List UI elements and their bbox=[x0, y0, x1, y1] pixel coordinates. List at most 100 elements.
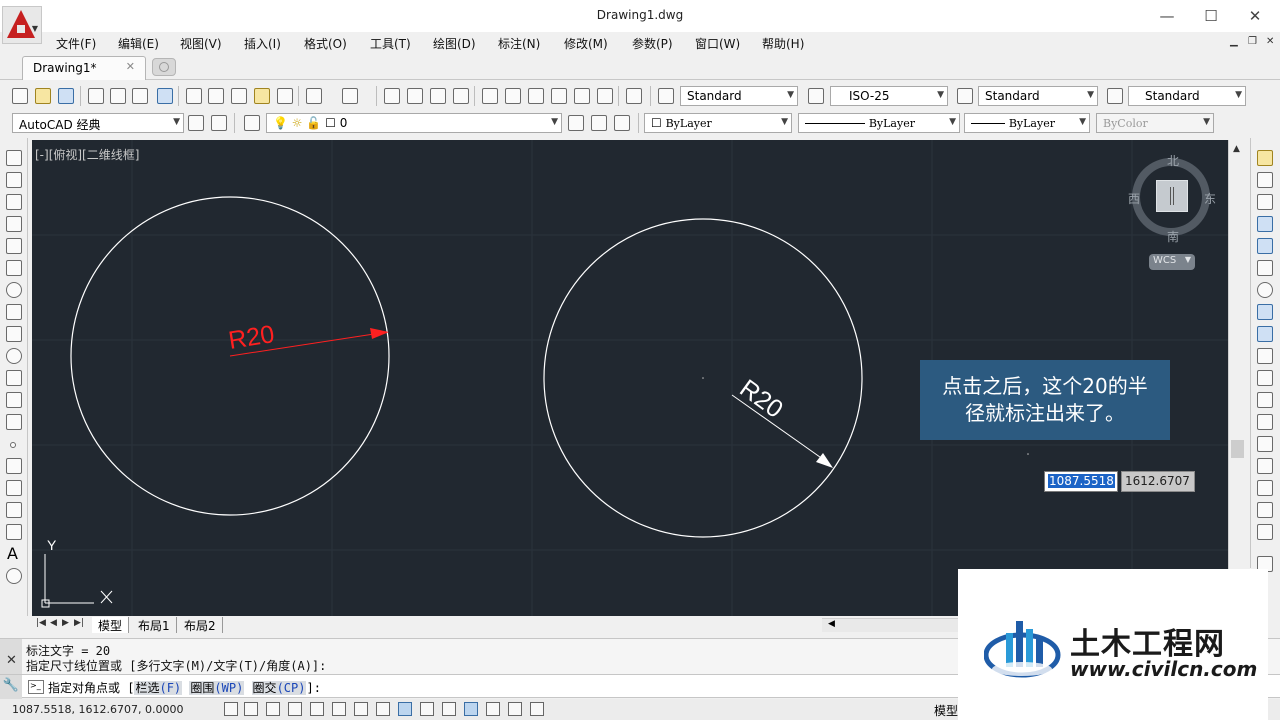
zoom-realtime-icon[interactable] bbox=[407, 88, 423, 104]
dynamic-input-y[interactable]: 1612.6707 bbox=[1121, 471, 1195, 492]
command-prompt-icon[interactable]: >_ bbox=[28, 680, 44, 694]
next-layout-icon[interactable]: ▶ bbox=[62, 618, 69, 628]
table-icon[interactable] bbox=[6, 524, 22, 540]
new-tab-button[interactable] bbox=[152, 58, 176, 76]
match-properties-icon[interactable] bbox=[254, 88, 270, 104]
block-editor-icon[interactable] bbox=[277, 88, 293, 104]
dynamic-input-icon[interactable] bbox=[420, 702, 434, 716]
make-block-icon[interactable] bbox=[6, 414, 22, 430]
text-style-select[interactable]: Standard ▼ bbox=[680, 86, 798, 106]
extend-icon[interactable] bbox=[1257, 370, 1273, 386]
construction-line-icon[interactable] bbox=[6, 172, 22, 188]
layer-state-icon[interactable] bbox=[614, 115, 630, 131]
plot-preview-icon[interactable] bbox=[110, 88, 126, 104]
wcs-menu-button[interactable]: WCS ▼ bbox=[1149, 254, 1195, 270]
transparency-icon[interactable] bbox=[464, 702, 478, 716]
compass-north[interactable]: 北 bbox=[1167, 152, 1179, 169]
gradient-icon[interactable] bbox=[6, 480, 22, 496]
table-style-icon[interactable] bbox=[957, 88, 973, 104]
hatch-icon[interactable] bbox=[6, 458, 22, 474]
close-button[interactable]: ✕ bbox=[1240, 6, 1270, 26]
publish-icon[interactable] bbox=[132, 88, 148, 104]
ortho-mode-icon[interactable] bbox=[288, 702, 302, 716]
add-selected-icon[interactable] bbox=[6, 568, 22, 584]
new-icon[interactable] bbox=[12, 88, 28, 104]
menu-tools[interactable]: 工具(T) bbox=[370, 35, 411, 52]
ellipse-icon[interactable] bbox=[6, 348, 22, 364]
ellipse-arc-icon[interactable] bbox=[6, 370, 22, 386]
table-style-select[interactable]: Standard ▼ bbox=[978, 86, 1098, 106]
menu-format[interactable]: 格式(O) bbox=[304, 35, 347, 52]
multiline-text-icon[interactable]: A bbox=[7, 544, 18, 563]
break-icon[interactable] bbox=[1257, 414, 1273, 430]
viewcube-top-face[interactable] bbox=[1156, 180, 1188, 212]
doc-restore-icon[interactable]: ❐ bbox=[1248, 36, 1257, 47]
quickcalc-icon[interactable] bbox=[597, 88, 613, 104]
multileader-style-select[interactable]: Standard ▼ bbox=[1128, 86, 1246, 106]
dim-style-icon[interactable] bbox=[808, 88, 824, 104]
properties-icon[interactable] bbox=[482, 88, 498, 104]
plot-style-select[interactable]: ByColor ▼ bbox=[1096, 113, 1214, 133]
compass-east[interactable]: 东 bbox=[1204, 190, 1216, 207]
copy-icon[interactable] bbox=[208, 88, 224, 104]
move-icon[interactable] bbox=[1257, 260, 1273, 276]
vertical-scrollbar[interactable]: ▲ bbox=[1228, 140, 1246, 616]
layer-previous-icon[interactable] bbox=[591, 115, 607, 131]
fillet-icon[interactable] bbox=[1257, 480, 1273, 496]
stretch-icon[interactable] bbox=[1257, 326, 1273, 342]
workspace-select[interactable]: AutoCAD 经典 ▼ bbox=[12, 113, 184, 133]
chamfer-icon[interactable] bbox=[1257, 458, 1273, 474]
maximize-button[interactable]: ☐ bbox=[1196, 6, 1226, 26]
region-icon[interactable] bbox=[6, 502, 22, 518]
explode-icon[interactable] bbox=[1257, 524, 1273, 540]
spline-icon[interactable] bbox=[6, 326, 22, 342]
color-select[interactable]: ☐ ByLayer ▼ bbox=[644, 113, 792, 133]
minimize-button[interactable]: — bbox=[1152, 6, 1182, 26]
dim-style-select[interactable]: ISO-25 ▼ bbox=[830, 86, 948, 106]
tab-layout2[interactable]: 布局2 bbox=[178, 617, 223, 633]
tab-layout1[interactable]: 布局1 bbox=[132, 617, 177, 633]
tool-palettes-icon[interactable] bbox=[528, 88, 544, 104]
file-tab-drawing1[interactable]: Drawing1* ✕ bbox=[22, 56, 146, 80]
rectangle-icon[interactable] bbox=[6, 238, 22, 254]
scroll-up-icon[interactable]: ▲ bbox=[1233, 144, 1240, 154]
markup-icon[interactable] bbox=[574, 88, 590, 104]
scroll-thumb[interactable] bbox=[1231, 440, 1244, 458]
object-snap-tracking-icon[interactable] bbox=[376, 702, 390, 716]
sheet-set-icon[interactable] bbox=[551, 88, 567, 104]
insert-block-icon[interactable] bbox=[6, 392, 22, 408]
option-fence[interactable]: 栏选(F) bbox=[134, 681, 183, 695]
revision-cloud-icon[interactable] bbox=[6, 304, 22, 320]
redo-icon[interactable] bbox=[342, 88, 358, 104]
line-icon[interactable] bbox=[6, 150, 22, 166]
infer-constraints-icon[interactable] bbox=[224, 702, 238, 716]
polygon-icon[interactable] bbox=[6, 216, 22, 232]
menu-draw[interactable]: 绘图(D) bbox=[433, 35, 476, 52]
array-icon[interactable] bbox=[1257, 238, 1273, 254]
break-at-point-icon[interactable] bbox=[1257, 392, 1273, 408]
save-icon[interactable] bbox=[58, 88, 74, 104]
erase-icon[interactable] bbox=[1257, 150, 1273, 166]
rotate-icon[interactable] bbox=[1257, 282, 1273, 298]
help-icon[interactable] bbox=[626, 88, 642, 104]
command-window-handle[interactable]: ✕ bbox=[0, 639, 22, 675]
viewcube[interactable]: 北 南 东 西 bbox=[1128, 152, 1218, 244]
copy-object-icon[interactable] bbox=[1257, 172, 1273, 188]
polar-tracking-icon[interactable] bbox=[310, 702, 324, 716]
model-space-button[interactable]: 模型 bbox=[934, 702, 958, 719]
trim-icon[interactable] bbox=[1257, 348, 1273, 364]
3d-object-snap-icon[interactable] bbox=[354, 702, 368, 716]
menu-view[interactable]: 视图(V) bbox=[180, 35, 222, 52]
workspace-settings-icon[interactable] bbox=[188, 115, 204, 131]
compass-west[interactable]: 西 bbox=[1128, 190, 1140, 207]
offset-icon[interactable] bbox=[1257, 216, 1273, 232]
layer-properties-icon[interactable] bbox=[244, 115, 260, 131]
menu-dimension[interactable]: 标注(N) bbox=[498, 35, 540, 52]
customize-icon[interactable] bbox=[211, 115, 227, 131]
last-layout-icon[interactable]: ▶| bbox=[74, 618, 84, 628]
grid-display-icon[interactable] bbox=[266, 702, 280, 716]
lineweight-display-icon[interactable] bbox=[442, 702, 456, 716]
3d-dwf-icon[interactable] bbox=[157, 88, 173, 104]
circle-icon[interactable] bbox=[6, 282, 22, 298]
design-center-icon[interactable] bbox=[505, 88, 521, 104]
